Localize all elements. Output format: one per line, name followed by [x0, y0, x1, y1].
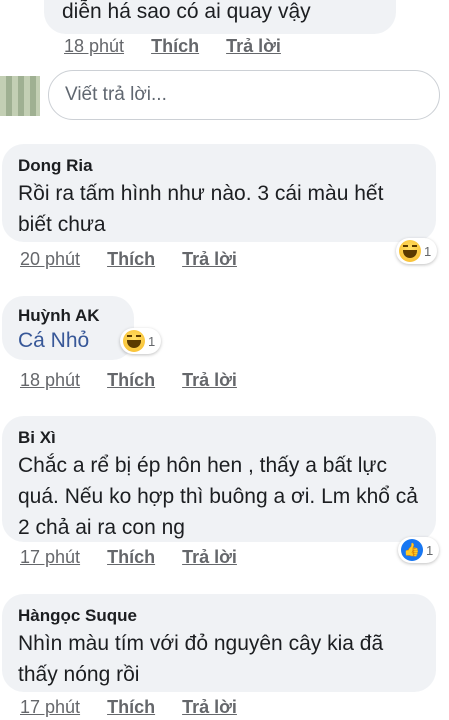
like-icon: 👍	[401, 539, 423, 561]
haha-icon	[399, 240, 421, 262]
mention-link[interactable]: Cá Nhỏ	[18, 326, 118, 356]
like-button[interactable]: Thích	[151, 36, 199, 57]
comment-actions: 17 phút Thích Trả lời	[20, 697, 259, 718]
comment-text: diễn há sao có ai quay vậy	[62, 0, 311, 23]
comment-time[interactable]: 18 phút	[64, 36, 124, 57]
reaction-summary[interactable]: 👍 1	[398, 537, 440, 563]
comment-bubble: Bi Xì Chắc a rể bị ép hôn hen , thấy a b…	[2, 416, 436, 542]
reaction-summary[interactable]: 1	[396, 238, 438, 264]
comment-text: Rồi ra tấm hình như nào. 3 cái màu hết b…	[18, 182, 384, 236]
comment-author[interactable]: Hàngọc Suque	[18, 606, 420, 626]
like-button[interactable]: Thích	[107, 547, 155, 568]
comment-actions: 17 phút Thích Trả lời	[20, 547, 259, 568]
reaction-summary[interactable]: 1	[120, 328, 162, 354]
reply-button[interactable]: Trả lời	[182, 697, 237, 718]
avatar[interactable]	[0, 76, 40, 116]
reply-button[interactable]: Trả lời	[226, 36, 281, 57]
comment-text: Nhìn màu tím với đỏ nguyên cây kia đã th…	[18, 632, 384, 686]
reaction-count: 1	[426, 542, 434, 558]
comment-time[interactable]: 20 phút	[20, 249, 80, 270]
comment-time[interactable]: 17 phút	[20, 547, 80, 568]
comment-bubble: Hàngọc Suque Nhìn màu tím với đỏ nguyên …	[2, 594, 436, 692]
comment-text: Chắc a rể bị ép hôn hen , thấy a bất lực…	[18, 454, 418, 539]
comment-author[interactable]: Huỳnh AK	[18, 306, 118, 326]
haha-icon	[123, 330, 145, 352]
comment-actions: 18 phút Thích Trả lời	[64, 36, 303, 57]
comment-author[interactable]: Dong Ria	[18, 156, 420, 176]
reaction-count: 1	[424, 243, 432, 259]
comment-bubble: Huỳnh AK Cá Nhỏ	[2, 296, 134, 360]
comment-actions: 18 phút Thích Trả lời	[20, 370, 259, 391]
reply-button[interactable]: Trả lời	[182, 370, 237, 391]
like-button[interactable]: Thích	[107, 249, 155, 270]
reply-button[interactable]: Trả lời	[182, 547, 237, 568]
reply-button[interactable]: Trả lời	[182, 249, 237, 270]
comment-actions: 20 phút Thích Trả lời	[20, 249, 259, 270]
reply-composer	[0, 68, 449, 124]
reply-input[interactable]	[48, 70, 440, 120]
comment-bubble: Dong Ria Rồi ra tấm hình như nào. 3 cái …	[2, 144, 436, 242]
reaction-count: 1	[148, 333, 156, 349]
comment-author[interactable]: Bi Xì	[18, 428, 420, 448]
like-button[interactable]: Thích	[107, 697, 155, 718]
comment-time[interactable]: 17 phút	[20, 697, 80, 718]
comment-thread: diễn há sao có ai quay vậy 18 phút Thích…	[0, 0, 449, 720]
comment-time[interactable]: 18 phút	[20, 370, 80, 391]
like-button[interactable]: Thích	[107, 370, 155, 391]
comment-bubble: diễn há sao có ai quay vậy	[44, 0, 396, 34]
